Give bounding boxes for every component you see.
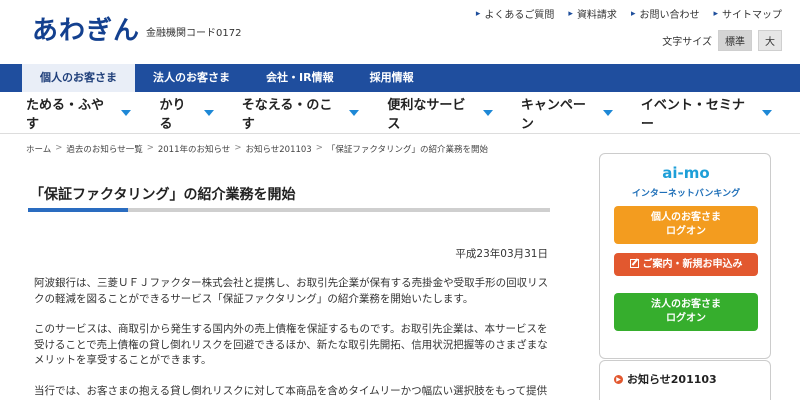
aimo-logo: ai-mo bbox=[662, 164, 710, 182]
edit-icon bbox=[629, 259, 639, 268]
publish-date: 平成23年03月31日 bbox=[455, 248, 548, 260]
chevron-down-icon bbox=[602, 109, 613, 116]
category-nav: ためる・ふやす かりる そなえる・のこす 便利なサービス キャンペーン イベント… bbox=[0, 92, 800, 134]
article-paragraph: このサービスは、商取引から発生する国内外の売上債権を保証するものです。お取引先企… bbox=[34, 323, 548, 366]
breadcrumb: ホーム > 過去のお知らせ一覧 > 2011年のお知らせ > お知らせ201103 > … bbox=[26, 143, 489, 155]
nav-campaign[interactable]: キャンペーン bbox=[521, 94, 629, 132]
sitemap-link[interactable]: ▸ サイトマップ bbox=[713, 6, 782, 22]
breadcrumb-news-201103[interactable]: お知らせ201103 bbox=[245, 143, 311, 155]
site-header: あわぎん 金融機関コード0172 ▸ よくあるご質問 ▸ 資料請求 ▸ お問い合わせ … bbox=[0, 0, 800, 64]
site-logo[interactable]: あわぎん bbox=[32, 10, 140, 47]
arrow-right-icon: ▸ bbox=[713, 8, 718, 19]
breadcrumb-2011-news[interactable]: 2011年のお知らせ bbox=[158, 143, 230, 155]
nav-services[interactable]: 便利なサービス bbox=[387, 94, 508, 132]
font-size-label: 文字サイズ bbox=[662, 37, 712, 48]
news-title[interactable]: ▶ お知らせ201103 bbox=[614, 371, 717, 387]
contact-link[interactable]: ▸ お問い合わせ bbox=[630, 6, 700, 22]
article-paragraph: 当行では、お客さまの抱える貸し倒れリスクに対して本商品を含めタイムリーかつ幅広い… bbox=[34, 385, 548, 397]
font-size-switcher: 文字サイズ 標準 大 bbox=[662, 30, 782, 51]
font-size-large-button[interactable]: 大 bbox=[758, 30, 782, 51]
audience-tabs: 個人のお客さま 法人のお客さま 会社・IR情報 採用情報 bbox=[0, 64, 800, 92]
personal-logon-button[interactable]: 個人のお客さま ログオン bbox=[614, 206, 758, 244]
nav-events[interactable]: イベント・セミナー bbox=[641, 94, 788, 132]
font-size-standard-button[interactable]: 標準 bbox=[718, 30, 752, 51]
breadcrumb-past-news[interactable]: 過去のお知らせ一覧 bbox=[66, 143, 142, 155]
arrow-right-icon: ▶ bbox=[614, 374, 623, 384]
arrow-right-icon: ▸ bbox=[475, 8, 481, 19]
nav-borrow[interactable]: かりる bbox=[159, 94, 229, 132]
tab-personal[interactable]: 個人のお客さま bbox=[22, 64, 135, 92]
arrow-right-icon: ▸ bbox=[568, 8, 573, 19]
utility-links: ▸ よくあるご質問 ▸ 資料請求 ▸ お問い合わせ ▸ サイトマップ bbox=[475, 6, 782, 22]
chevron-down-icon bbox=[482, 109, 493, 116]
corporate-logon-button[interactable]: 法人のお客さま ログオン bbox=[614, 293, 758, 331]
chevron-down-icon bbox=[349, 109, 360, 116]
tab-recruit[interactable]: 採用情報 bbox=[352, 64, 432, 92]
chevron-down-icon bbox=[203, 109, 214, 116]
guide-apply-button[interactable]: ご案内・新規お申込み bbox=[614, 253, 758, 276]
bank-code: 金融機関コード0172 bbox=[146, 28, 242, 39]
breadcrumb-home[interactable]: ホーム bbox=[26, 143, 51, 155]
nav-prepare-leave[interactable]: そなえる・のこす bbox=[242, 94, 376, 132]
breadcrumb-current: 「保証ファクタリング」の紹介業務を開始 bbox=[326, 145, 489, 155]
article-paragraph: 阿波銀行は、三菱ＵＦＪファクター株式会社と提携し、お取引先企業が保有する売掛金や… bbox=[34, 277, 549, 305]
tab-company-ir[interactable]: 会社・IR情報 bbox=[248, 64, 352, 92]
title-underline bbox=[28, 208, 550, 212]
internet-banking-box: ai-mo インターネットバンキング 個人のお客さま ログオン ご案内・新規お申… bbox=[599, 153, 771, 359]
nav-save-invest[interactable]: ためる・ふやす bbox=[26, 94, 147, 132]
news-box: ▶ お知らせ201103 bbox=[599, 360, 771, 400]
page-title: 「保証ファクタリング」の紹介業務を開始 bbox=[30, 187, 296, 203]
chevron-down-icon bbox=[762, 109, 772, 116]
arrow-right-icon: ▸ bbox=[630, 8, 636, 19]
faq-link[interactable]: ▸ よくあるご質問 bbox=[475, 6, 555, 22]
brochure-request-link[interactable]: ▸ 資料請求 bbox=[568, 6, 617, 22]
chevron-down-icon bbox=[121, 109, 132, 116]
tab-corporate[interactable]: 法人のお客さま bbox=[135, 64, 248, 92]
aimo-subtitle: インターネットバンキング bbox=[631, 189, 741, 199]
